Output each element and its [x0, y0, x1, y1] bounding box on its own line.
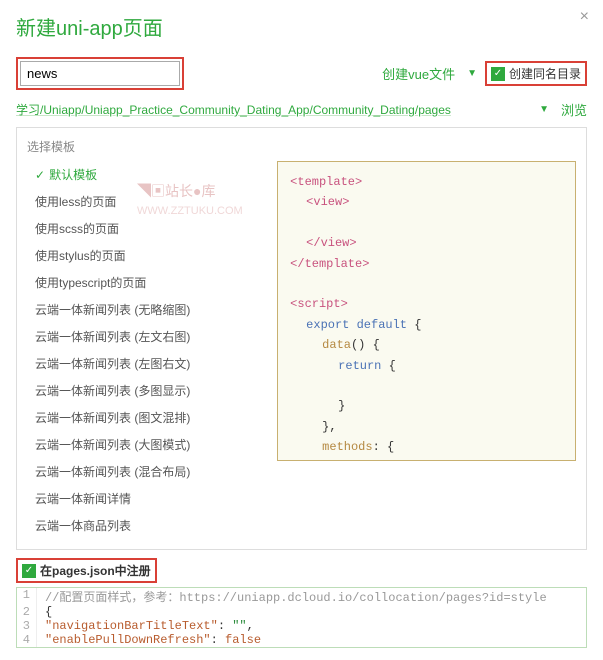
preview-line: </view>: [290, 233, 563, 253]
template-item[interactable]: ✓ 默认模板: [27, 161, 261, 188]
template-item[interactable]: 云端一体新闻列表 (大图模式): [27, 431, 261, 458]
template-item[interactable]: 云端一体商品列表: [27, 512, 261, 539]
template-item[interactable]: 使用stylus的页面: [27, 242, 261, 269]
template-list: ◥▣站长●库 WWW.ZZTUKU.COM ✓默认模板使用less的页面使用sc…: [27, 161, 261, 539]
code-line: 2{: [17, 605, 586, 619]
template-preview: <template><view> </view></template> <scr…: [277, 161, 576, 461]
template-label: 云端一体新闻列表 (左图右文): [35, 357, 190, 371]
select-template-label: 选择模板: [27, 138, 576, 155]
line-number: 2: [17, 605, 37, 619]
create-dir-checkbox[interactable]: ✓: [491, 67, 505, 81]
template-label: 云端一体新闻列表 (多图显示): [35, 384, 190, 398]
template-label: 云端一体新闻列表 (图文混排): [35, 411, 190, 425]
template-item[interactable]: 使用scss的页面: [27, 215, 261, 242]
template-item[interactable]: 云端一体新闻列表 (左文右图): [27, 323, 261, 350]
preview-line: export default {: [290, 315, 563, 335]
page-name-highlight: [16, 57, 184, 90]
register-highlight: ✓ 在pages.json中注册: [16, 558, 157, 583]
template-label: 使用scss的页面: [35, 222, 119, 236]
preview-line: [290, 213, 563, 233]
template-panel: 选择模板 ◥▣站长●库 WWW.ZZTUKU.COM ✓默认模板使用less的页…: [16, 127, 587, 550]
preview-line: methods: {: [290, 437, 563, 457]
line-code: //配置页面样式，参考：https://uniapp.dcloud.io/col…: [37, 588, 547, 605]
page-name-input[interactable]: [20, 61, 180, 86]
template-label: 使用typescript的页面: [35, 276, 146, 290]
code-line: 4 "enablePullDownRefresh": false: [17, 633, 586, 647]
create-dir-highlight: ✓ 创建同名目录: [485, 61, 587, 86]
pages-json-editor[interactable]: 1//配置页面样式，参考：https://uniapp.dcloud.io/co…: [16, 587, 587, 648]
template-item[interactable]: 云端一体新闻列表 (多图显示): [27, 377, 261, 404]
preview-line: </template>: [290, 254, 563, 274]
template-label: 云端一体新闻详情: [35, 492, 131, 506]
preview-line: [290, 376, 563, 396]
line-code: "navigationBarTitleText": "",: [37, 619, 254, 633]
create-dir-label: 创建同名目录: [509, 65, 581, 82]
template-label: 默认模板: [49, 168, 97, 182]
template-item[interactable]: 云端一体新闻列表 (无略缩图): [27, 296, 261, 323]
template-item[interactable]: 云端一体新闻列表 (混合布局): [27, 458, 261, 485]
preview-line: <script>: [290, 294, 563, 314]
preview-line: return {: [290, 356, 563, 376]
template-label: 云端一体新闻列表 (混合布局): [35, 465, 190, 479]
dialog-title: 新建uni-app页面: [16, 12, 587, 41]
code-line: 1//配置页面样式，参考：https://uniapp.dcloud.io/co…: [17, 588, 586, 605]
template-item[interactable]: 云端一体新闻详情: [27, 485, 261, 512]
browse-link[interactable]: 浏览: [561, 100, 587, 119]
template-label: 使用less的页面: [35, 195, 116, 209]
preview-line: },: [290, 417, 563, 437]
caret-down-icon[interactable]: ▼: [467, 68, 477, 79]
line-number: 4: [17, 633, 37, 647]
template-label: 云端一体商品列表: [35, 519, 131, 533]
line-number: 1: [17, 588, 37, 605]
template-label: 云端一体新闻列表 (无略缩图): [35, 303, 190, 317]
preview-line: <template>: [290, 172, 563, 192]
preview-line: <view>: [290, 192, 563, 212]
line-code: {: [37, 605, 52, 619]
template-item[interactable]: 使用less的页面: [27, 188, 261, 215]
template-label: 使用stylus的页面: [35, 249, 126, 263]
preview-line: [290, 274, 563, 294]
preview-line: data() {: [290, 335, 563, 355]
template-item[interactable]: 使用typescript的页面: [27, 269, 261, 296]
preview-line: }: [290, 396, 563, 416]
preview-line: [290, 457, 563, 461]
code-line: 3 "navigationBarTitleText": "",: [17, 619, 586, 633]
create-vue-link[interactable]: 创建vue文件: [382, 64, 455, 83]
template-label: 云端一体新闻列表 (大图模式): [35, 438, 190, 452]
template-item[interactable]: 云端一体新闻列表 (左图右文): [27, 350, 261, 377]
close-icon[interactable]: ×: [580, 8, 589, 26]
line-code: "enablePullDownRefresh": false: [37, 633, 261, 647]
path-link[interactable]: 学习/Uniapp/Uniapp_Practice_Community_Dati…: [16, 101, 535, 118]
check-icon: ✓: [35, 168, 45, 182]
template-label: 云端一体新闻列表 (左文右图): [35, 330, 190, 344]
line-number: 3: [17, 619, 37, 633]
register-label: 在pages.json中注册: [40, 562, 151, 579]
template-item[interactable]: 云端一体新闻列表 (图文混排): [27, 404, 261, 431]
register-checkbox[interactable]: ✓: [22, 564, 36, 578]
path-caret-icon[interactable]: ▼: [539, 104, 549, 115]
